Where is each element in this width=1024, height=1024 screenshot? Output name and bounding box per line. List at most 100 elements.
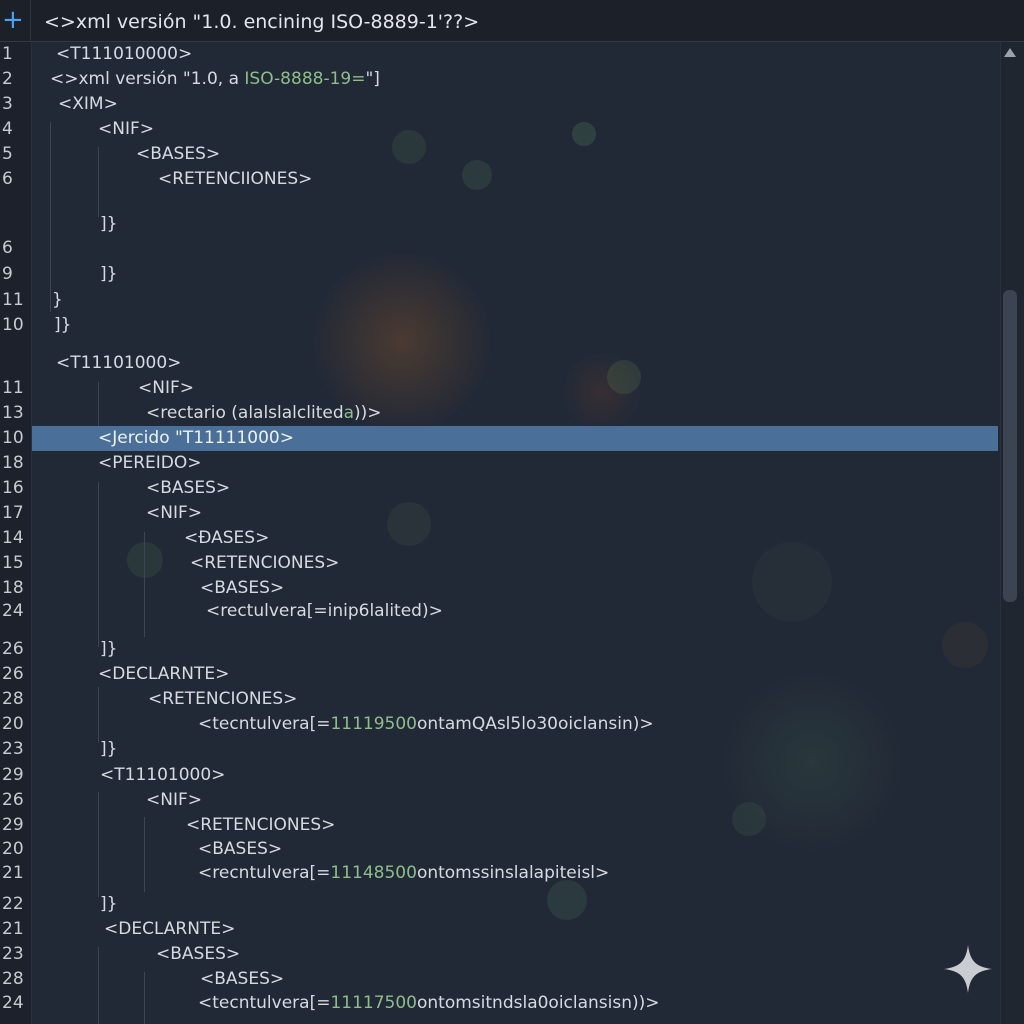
code-line[interactable]: 26 <NIF> [0, 788, 1000, 813]
code-token: ontomssinslalapiteisl> [416, 863, 610, 883]
code-line[interactable]: 13 <rectario (alalslalcliteda))> [0, 401, 1000, 426]
line-number: 6 [2, 238, 13, 258]
scrollbar-thumb[interactable] [1003, 290, 1017, 602]
code-line[interactable]: 21 <DECLARNTE> [0, 917, 1000, 942]
code-line[interactable]: ]} [0, 212, 1000, 237]
line-number: 14 [2, 528, 24, 548]
code-token: <RETENCIONES> [190, 553, 340, 573]
code-text: ]} [100, 637, 117, 662]
code-line[interactable]: 17 <NIF> [0, 501, 1000, 526]
code-line[interactable]: 24 <rectulvera[=inip6lalited)> [0, 599, 1000, 624]
code-line[interactable]: 28 <RETENCIONES> [0, 687, 1000, 712]
code-line[interactable]: 2 <>xml versión "1.0, a ISO-8888-19="] [0, 67, 1000, 92]
code-line[interactable]: 29 <RETENCIONES> [0, 813, 1000, 838]
line-number: 10 [2, 428, 24, 448]
code-token: <RETENCIIONES> [158, 169, 313, 189]
triangle-up-icon[interactable] [1004, 48, 1016, 57]
code-line[interactable]: 18 <PEREIDO> [0, 451, 1000, 476]
line-number: 16 [2, 478, 24, 498]
code-line[interactable]: 20 <tecntulvera[=11119500ontamQAsl5lo30oi… [0, 712, 1000, 737]
code-text: <PEREIDO> [98, 451, 202, 476]
code-token: <tecntulvera[= [198, 993, 331, 1013]
line-number: 11 [2, 290, 24, 310]
code-line[interactable]: 9]} [0, 262, 1000, 287]
line-number: 3 [2, 94, 13, 114]
line-number: 5 [2, 144, 13, 164]
line-number: 29 [2, 815, 24, 835]
code-line[interactable]: 11} [0, 288, 1000, 313]
code-line[interactable]: 6 <RETENCIIONES> [0, 167, 1000, 192]
code-text: <RETENCIIONES> [158, 167, 312, 192]
line-number: 18 [2, 453, 24, 473]
code-token: <RETENCIONES> [186, 815, 336, 835]
code-line[interactable]: 23 <BASES> [0, 942, 1000, 967]
code-text: <BASES> [200, 576, 284, 601]
code-line[interactable]: 24 <tecntulvera[=11117500ontomsitndsla0oi… [0, 991, 1000, 1016]
code-line[interactable]: 5 <BASES> [0, 142, 1000, 167]
code-token: ontomsitndsla0oiclansisn))> [417, 993, 660, 1013]
code-text: <Jercido "T11111000> [98, 426, 294, 451]
code-token: <RETENCIONES> [148, 689, 298, 709]
code-line[interactable]: 4 <NIF> [0, 117, 1000, 142]
file-tab-title[interactable]: <>xml versión "1.0. encining ISO-8889-1'… [44, 11, 479, 33]
code-text: <ĐASES> [184, 526, 269, 551]
code-token: <>xml versión "1.0, a [50, 69, 245, 89]
code-text: ]} [100, 737, 117, 762]
code-line[interactable]: 11 <NIF> [0, 376, 1000, 401]
line-number: 4 [2, 119, 13, 139]
code-text: <rectario (alalslalcliteda))> [146, 401, 382, 426]
line-number: 9 [2, 264, 13, 284]
code-token: ]} [100, 214, 118, 234]
code-text: <NIF> [138, 376, 194, 401]
code-line[interactable]: 6 [0, 236, 1000, 261]
line-number: 24 [2, 601, 24, 621]
code-text: <BASES> [200, 967, 284, 992]
line-number: 15 [2, 553, 24, 573]
code-line[interactable]: 29 <T11101000> [0, 763, 1000, 788]
code-token-string: 11119500 [330, 714, 417, 734]
code-line[interactable]: 20 <BASES> [0, 837, 1000, 862]
code-token: <PEREIDO> [98, 453, 202, 473]
code-line-highlighted[interactable]: 10 <Jercido "T11111000> [2, 426, 998, 451]
code-text: <RETENCIONES> [190, 551, 339, 576]
code-token: <Jercido "T11111000> [98, 428, 294, 448]
code-token: <BASES> [200, 578, 285, 598]
code-token: ]} [100, 739, 118, 759]
code-line[interactable]: 23]} [0, 737, 1000, 762]
plus-icon[interactable]: + [0, 6, 30, 36]
line-number: 21 [2, 919, 24, 939]
code-line[interactable]: 16 <BASES> [0, 476, 1000, 501]
code-line[interactable]: 22]} [0, 892, 1000, 917]
code-line[interactable]: 1 <T111010000> [0, 42, 1000, 67]
code-token: <BASES> [146, 478, 231, 498]
code-text: <RETENCIONES> [148, 687, 297, 712]
code-line[interactable]: 14 <ĐASES> [0, 526, 1000, 551]
line-number: 23 [2, 944, 24, 964]
line-number: 22 [2, 894, 24, 914]
code-token: ]} [100, 894, 118, 914]
code-line[interactable]: 26]} [0, 637, 1000, 662]
line-number: 29 [2, 765, 24, 785]
code-line[interactable]: 21 <recntulvera[=11148500ontomssinslalapi… [0, 861, 1000, 886]
line-number: 18 [2, 578, 24, 598]
line-number: 11 [2, 378, 24, 398]
code-text: <rectulvera[=inip6lalited)> [206, 599, 443, 624]
code-line[interactable]: 15 <RETENCIONES> [0, 551, 1000, 576]
code-line[interactable]: 3 <XIM> [0, 92, 1000, 117]
code-line[interactable]: 18 <BASES> [0, 576, 1000, 601]
line-number: 1 [2, 44, 13, 64]
code-token: ))> [354, 403, 382, 423]
code-line[interactable]: 28 <BASES> [0, 967, 1000, 992]
code-token: <tecntulvera[= [198, 714, 331, 734]
line-number: 28 [2, 689, 24, 709]
code-line[interactable]: 10]} [0, 313, 1000, 338]
code-line[interactable]: <T11101000> [0, 351, 1000, 376]
line-number: 26 [2, 790, 24, 810]
code-text: <NIF> [98, 117, 154, 142]
code-token: ]} [100, 639, 118, 659]
code-token: <DECLARNTE> [98, 664, 230, 684]
sparkle-icon [944, 945, 992, 993]
code-token: <NIF> [146, 790, 202, 810]
code-line[interactable]: 26 <DECLARNTE> [0, 662, 1000, 687]
line-number: 26 [2, 664, 24, 684]
